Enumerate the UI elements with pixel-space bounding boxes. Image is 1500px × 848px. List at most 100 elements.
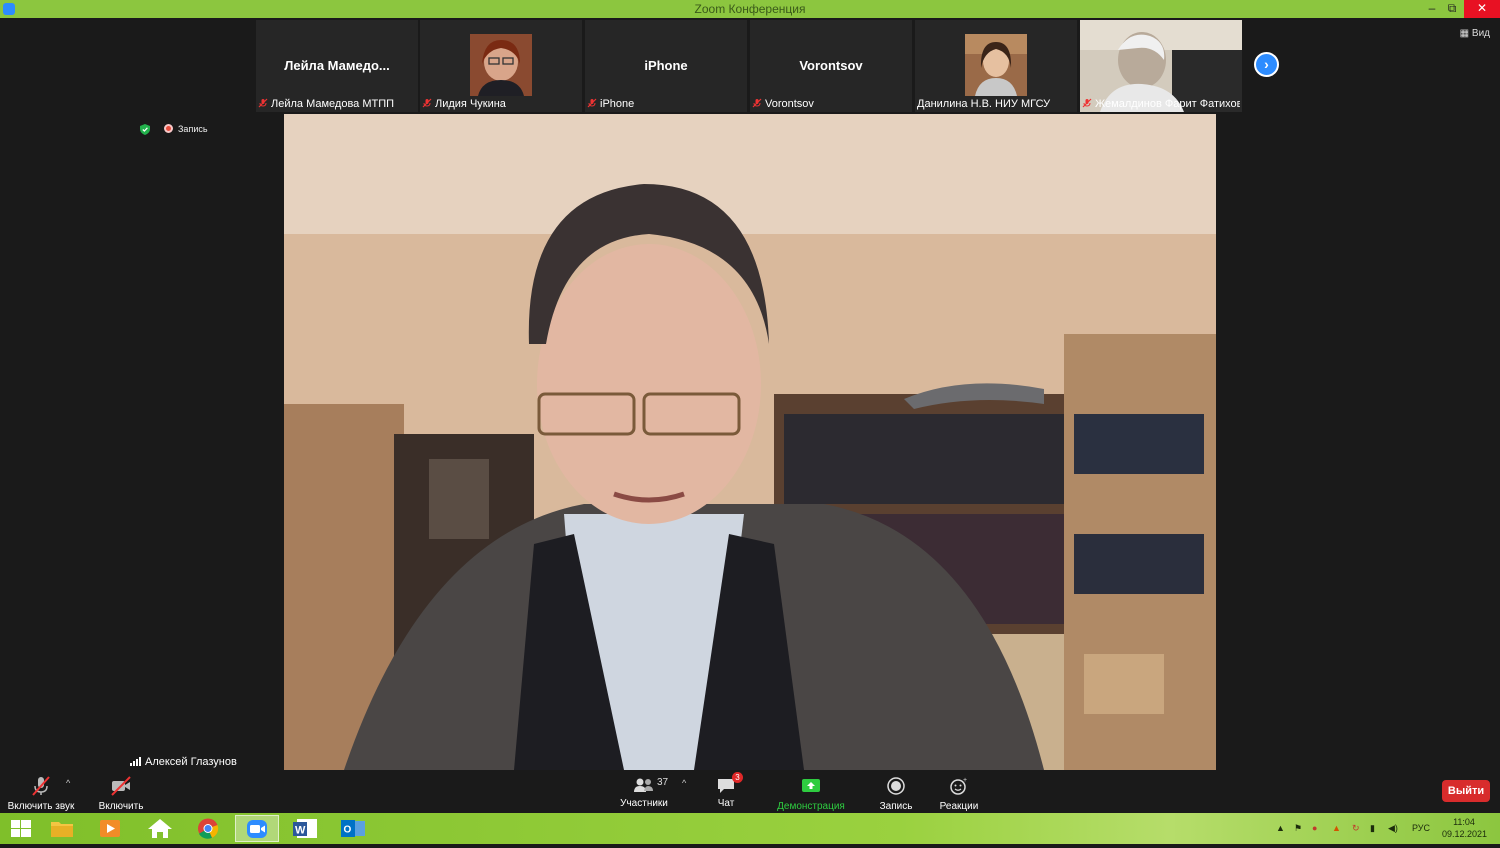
taskbar-zoom[interactable] bbox=[235, 815, 279, 842]
taskbar-clock[interactable]: 11:04 09.12.2021 bbox=[1442, 816, 1488, 840]
participant-tile[interactable]: iPhone iPhone bbox=[585, 20, 747, 112]
mic-muted-icon bbox=[258, 98, 268, 108]
tray-overflow-icon[interactable]: ▲ bbox=[1276, 813, 1285, 844]
taskbar-outlook[interactable]: O bbox=[331, 815, 375, 842]
folder-icon bbox=[51, 822, 73, 837]
active-speaker-label: Алексей Глазунов bbox=[130, 756, 237, 768]
recording-label: Запись bbox=[178, 124, 208, 134]
meeting-stage: Лейла Мамедо... Лейла Мамедова МТПП Лиди… bbox=[0, 18, 1500, 770]
home-icon bbox=[148, 819, 172, 838]
participant-tile[interactable]: Vorontsov Vorontsov bbox=[750, 20, 912, 112]
window-title: Zoom Конференция bbox=[694, 2, 806, 16]
participants-count: 37 bbox=[657, 777, 669, 788]
windows-taskbar: W O ▲ ⚑ ● ▲ ↻ ▮ ◀) РУС 11:04 09.12.2021 bbox=[0, 813, 1500, 844]
reactions-button[interactable]: + Реакции bbox=[936, 770, 982, 813]
record-button[interactable]: Запись bbox=[876, 770, 916, 813]
participant-footer-name: Жемалдинов Фарит Фатихов... bbox=[1095, 98, 1240, 110]
network-icon[interactable]: ▮ bbox=[1370, 813, 1375, 844]
leave-meeting-button[interactable]: Выйти bbox=[1442, 780, 1490, 802]
participant-tile[interactable]: Жемалдинов Фарит Фатихов... bbox=[1080, 20, 1242, 112]
taskbar-chrome[interactable] bbox=[186, 815, 230, 842]
view-menu-button[interactable]: ▦ Вид bbox=[1460, 28, 1490, 39]
clock-time: 11:04 bbox=[1453, 817, 1475, 827]
chat-unread-badge: 3 bbox=[732, 772, 743, 783]
svg-text:+: + bbox=[963, 777, 967, 784]
next-page-button[interactable]: › bbox=[1254, 52, 1279, 77]
participant-tile[interactable]: Лейла Мамедо... Лейла Мамедова МТПП bbox=[256, 20, 418, 112]
video-off-icon bbox=[111, 776, 131, 796]
close-button[interactable]: ✕ bbox=[1464, 0, 1500, 18]
taskbar-home[interactable] bbox=[138, 815, 182, 842]
word-icon: W bbox=[293, 819, 317, 838]
svg-text:W: W bbox=[295, 825, 306, 837]
participants-label: Участники bbox=[620, 798, 668, 809]
participant-footer: Vorontsov bbox=[752, 98, 910, 110]
participants-button[interactable]: 37 Участники bbox=[614, 770, 674, 813]
participant-footer-name: Данилина Н.В. НИУ МГСУ bbox=[917, 98, 1051, 110]
mic-muted-icon bbox=[752, 98, 762, 108]
language-indicator[interactable]: РУС bbox=[1412, 813, 1430, 844]
participant-tile[interactable]: Данилина Н.В. НИУ МГСУ bbox=[915, 20, 1077, 112]
taskbar-media-player[interactable] bbox=[88, 815, 132, 842]
unmute-label: Включить звук bbox=[7, 801, 75, 812]
reactions-label: Реакции bbox=[939, 801, 979, 812]
smiley-icon: + bbox=[950, 777, 967, 795]
taskbar-word[interactable]: W bbox=[283, 815, 327, 842]
record-label: Запись bbox=[879, 801, 913, 812]
participant-footer: Лидия Чукина bbox=[422, 98, 580, 110]
mic-muted-icon bbox=[1082, 98, 1092, 108]
volume-icon[interactable]: ◀) bbox=[1388, 813, 1398, 844]
sync-icon[interactable]: ↻ bbox=[1352, 813, 1360, 844]
chat-icon-wrap: 3 bbox=[715, 772, 743, 796]
antivirus-icon[interactable]: ● bbox=[1312, 813, 1317, 844]
signal-bars-icon bbox=[130, 757, 141, 766]
participant-footer-name: Vorontsov bbox=[765, 98, 814, 110]
participant-footer: Жемалдинов Фарит Фатихов... bbox=[1082, 98, 1240, 110]
participant-name-large: Vorontsov bbox=[799, 58, 863, 73]
participant-name-large: iPhone bbox=[644, 58, 688, 73]
audio-options-caret[interactable]: ^ bbox=[66, 778, 70, 788]
participants-icon-wrap: 37 bbox=[633, 776, 668, 796]
recording-indicator[interactable]: Запись bbox=[164, 124, 208, 134]
record-dot-icon bbox=[164, 124, 173, 133]
participant-name-large: Лейла Мамедо... bbox=[284, 58, 390, 73]
clock-date: 09.12.2021 bbox=[1442, 829, 1488, 839]
share-screen-button[interactable]: Демонстрация экрана bbox=[760, 770, 862, 823]
grid-icon: ▦ bbox=[1459, 28, 1472, 39]
participant-footer-name: Лидия Чукина bbox=[435, 98, 506, 110]
start-button[interactable] bbox=[0, 815, 44, 842]
participants-options-caret[interactable]: ^ bbox=[682, 778, 686, 788]
participant-photo bbox=[965, 34, 1027, 96]
mic-muted-icon bbox=[32, 776, 50, 796]
outlook-icon: O bbox=[341, 820, 365, 837]
restore-button[interactable]: ⧉ bbox=[1440, 0, 1464, 18]
zoom-icon bbox=[247, 820, 267, 838]
active-speaker-video bbox=[284, 114, 1216, 770]
participant-footer-name: iPhone bbox=[600, 98, 635, 110]
participant-footer: Лейла Мамедова МТПП bbox=[258, 98, 416, 110]
taskbar-file-explorer[interactable] bbox=[40, 815, 84, 842]
share-screen-icon bbox=[802, 779, 820, 792]
participant-footer-name: Лейла Мамедова МТПП bbox=[271, 98, 395, 110]
participant-footer: iPhone bbox=[587, 98, 745, 110]
record-icon bbox=[887, 777, 905, 795]
media-player-icon bbox=[100, 820, 120, 837]
svg-text:O: O bbox=[344, 825, 352, 836]
flag-icon[interactable]: ⚑ bbox=[1294, 813, 1302, 844]
unmute-button[interactable]: Включить звук bbox=[6, 770, 76, 813]
shield-icon[interactable] bbox=[140, 124, 150, 135]
participant-photo bbox=[470, 34, 532, 96]
window-titlebar: Zoom Конференция – ⧉ ✕ bbox=[0, 0, 1500, 18]
meeting-toolbar: Включить звук ^ Включить видео 37 Участн… bbox=[0, 770, 1500, 823]
view-menu-label: Вид bbox=[1471, 28, 1490, 39]
chrome-icon bbox=[198, 818, 219, 839]
chat-label: Чат bbox=[717, 798, 735, 809]
participant-tile[interactable]: Лидия Чукина bbox=[420, 20, 582, 112]
mic-muted-icon bbox=[422, 98, 432, 108]
participant-footer: Данилина Н.В. НИУ МГСУ bbox=[917, 98, 1075, 110]
start-video-button[interactable]: Включить видео bbox=[84, 770, 158, 823]
speaker-video-frame bbox=[284, 114, 1216, 770]
chat-button[interactable]: 3 Чат bbox=[708, 770, 744, 813]
windows-logo-icon bbox=[11, 820, 31, 837]
security-icon[interactable]: ▲ bbox=[1332, 813, 1341, 844]
